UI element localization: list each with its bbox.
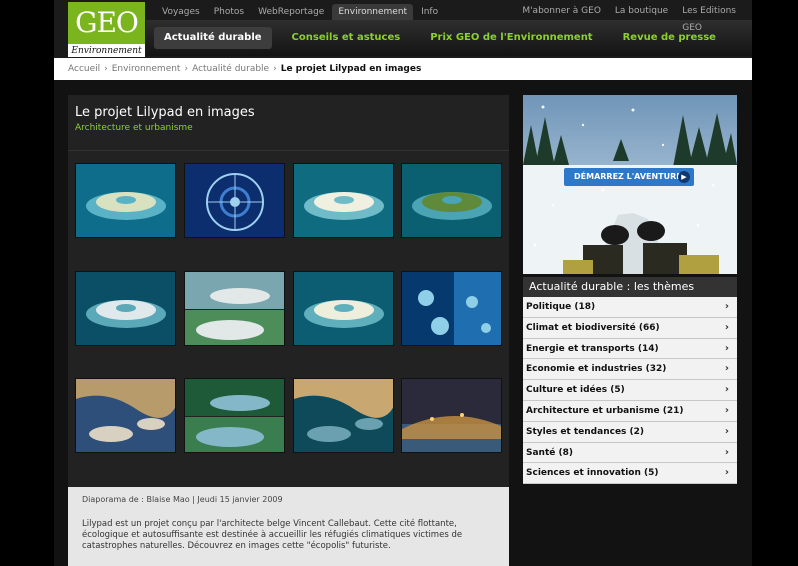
advertisement-banner[interactable]: DÉMARREZ L'AVENTURE ▶ [523, 95, 737, 274]
gallery-thumbnail[interactable] [293, 271, 394, 346]
gallery-header: Le projet Lilypad en images Architecture… [68, 95, 509, 151]
gallery-thumbnail[interactable] [293, 378, 394, 453]
chevron-right-icon: › [724, 467, 729, 479]
gallery-thumbnail[interactable] [184, 378, 285, 453]
ad-cta-label: DÉMARREZ L'AVENTURE [574, 172, 682, 181]
breadcrumb-actualite[interactable]: Actualité durable [192, 64, 269, 74]
logo-subtitle: Environnement [71, 46, 142, 56]
gallery-thumbnail[interactable] [184, 163, 285, 238]
gallery-thumbnail[interactable] [293, 163, 394, 238]
topnav-environnement[interactable]: Environnement [332, 4, 414, 20]
chevron-right-icon: › [724, 321, 729, 333]
chevron-right-icon: › [724, 363, 729, 375]
theme-label: Economie et industries (32) [526, 364, 667, 375]
themes-list: Actualité durable : les thèmes Politique… [523, 277, 737, 485]
theme-label: Energie et transports (14) [526, 343, 659, 354]
gallery-thumbnail[interactable] [75, 378, 176, 453]
theme-item[interactable]: Santé (8) › [523, 442, 737, 464]
logo-brand: GEO [68, 2, 145, 44]
ad-cta-button[interactable]: DÉMARREZ L'AVENTURE ▶ [564, 168, 694, 186]
theme-label: Architecture et urbanisme (21) [526, 405, 684, 416]
article-description: Lilypad est un projet conçu par l'archit… [82, 519, 463, 551]
gallery-thumbnail[interactable] [75, 271, 176, 346]
subnav-conseils[interactable]: Conseils et astuces [282, 27, 411, 49]
gallery-thumbnail[interactable] [75, 163, 176, 238]
link-abonner[interactable]: M'abonner à GEO [522, 6, 601, 16]
theme-item[interactable]: Culture et idées (5) › [523, 380, 737, 401]
gallery-thumbnail[interactable] [401, 378, 502, 453]
theme-label: Climat et biodiversité (66) [526, 322, 660, 333]
chevron-right-icon: › [724, 342, 729, 354]
topnav-webreportage[interactable]: WebReportage [252, 4, 330, 20]
gallery-panel: Le projet Lilypad en images Architecture… [68, 95, 509, 487]
sub-nav: Actualité durable Conseils et astuces Pr… [154, 27, 726, 49]
category-link[interactable]: Architecture et urbanisme [75, 123, 193, 133]
chevron-right-icon: › [724, 301, 729, 312]
link-boutique[interactable]: La boutique [615, 6, 668, 16]
breadcrumb-accueil[interactable]: Accueil [68, 64, 100, 74]
topnav-voyages[interactable]: Voyages [156, 4, 206, 20]
theme-item[interactable]: Architecture et urbanisme (21) › [523, 400, 737, 422]
breadcrumb-bar: Accueil › Environnement › Actualité dura… [54, 58, 752, 80]
subnav-revue-presse[interactable]: Revue de presse [613, 27, 726, 49]
chevron-right-icon: › [724, 425, 729, 437]
page-title: Le projet Lilypad en images [75, 105, 255, 120]
theme-item[interactable]: Climat et biodiversité (66) › [523, 317, 737, 339]
topnav-info[interactable]: Info [415, 4, 444, 20]
topnav-photos[interactable]: Photos [208, 4, 250, 20]
byline: Diaporama de : Blaise Mao | Jeudi 15 jan… [82, 495, 283, 504]
chevron-right-icon: › [724, 404, 729, 416]
chevron-right-icon: › [724, 384, 729, 396]
theme-item[interactable]: Economie et industries (32) › [523, 359, 737, 381]
subnav-prix-geo[interactable]: Prix GEO de l'Environnement [420, 27, 602, 49]
theme-label: Sciences et innovation (5) [526, 468, 659, 479]
site-header: GEO Environnement Voyages Photos WebRepo… [54, 0, 752, 58]
top-nav: Voyages Photos WebReportage Environnemen… [156, 4, 444, 20]
themes-heading: Actualité durable : les thèmes [523, 277, 737, 297]
theme-item[interactable]: Styles et tendances (2) › [523, 421, 737, 443]
gallery-thumbnail[interactable] [184, 271, 285, 346]
breadcrumb-separator: › [104, 64, 108, 74]
chevron-right-icon: › [724, 446, 729, 458]
gallery-thumbnail[interactable] [401, 271, 502, 346]
theme-label: Styles et tendances (2) [526, 426, 645, 437]
article-info: Diaporama de : Blaise Mao | Jeudi 15 jan… [68, 487, 509, 566]
theme-label: Santé (8) [526, 447, 573, 458]
gallery-thumbnail[interactable] [401, 163, 502, 238]
theme-item[interactable]: Energie et transports (14) › [523, 338, 737, 360]
geo-logo[interactable]: GEO Environnement [68, 2, 145, 57]
breadcrumb-separator: › [184, 64, 189, 74]
breadcrumb: Accueil › Environnement › Actualité dura… [68, 64, 421, 74]
theme-item[interactable]: Politique (18) › [523, 297, 737, 318]
link-editions[interactable]: Les Editions [682, 6, 736, 16]
breadcrumb-current: Le projet Lilypad en images [280, 64, 422, 74]
theme-item[interactable]: Sciences et innovation (5) › [523, 463, 737, 485]
theme-label: Culture et idées (5) [526, 385, 625, 396]
breadcrumb-separator: › [273, 64, 277, 74]
play-arrow-icon: ▶ [678, 171, 690, 183]
subnav-actualite-durable[interactable]: Actualité durable [154, 27, 272, 49]
theme-label: Politique (18) [526, 302, 596, 312]
breadcrumb-environnement[interactable]: Environnement [112, 64, 181, 74]
top-links: M'abonner à GEO La boutique Les Editions [522, 6, 736, 16]
